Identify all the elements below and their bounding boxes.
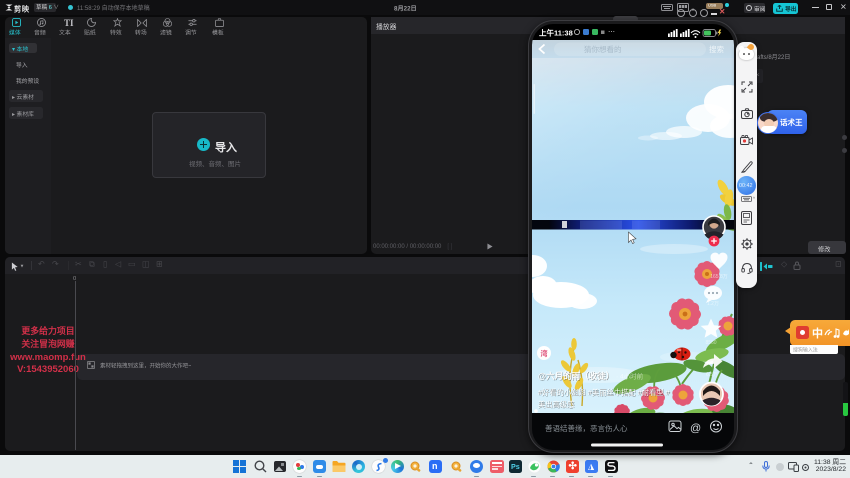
svg-text:@: @ bbox=[690, 423, 701, 435]
svg-text:⋯: ⋯ bbox=[608, 29, 615, 36]
svg-text:@六月的雨（收徒）: @六月的雨（收徒） bbox=[538, 371, 614, 381]
svg-text:8560: 8560 bbox=[705, 340, 716, 346]
svg-text:1.2万: 1.2万 bbox=[707, 301, 719, 307]
svg-text:上午11:38: 上午11:38 bbox=[539, 28, 573, 38]
svg-text:6.5万: 6.5万 bbox=[706, 372, 718, 378]
svg-text:#好看的小姐姐 #美丽丝巾搭配 #耐看型 #: #好看的小姐姐 #美丽丝巾搭配 #耐看型 # bbox=[538, 388, 671, 397]
svg-text:美出高级感: 美出高级感 bbox=[538, 400, 574, 409]
svg-text:165.8万: 165.8万 bbox=[710, 274, 728, 280]
svg-text:猜你想看的: 猜你想看的 bbox=[584, 44, 622, 54]
svg-text:善语结善缘，恶言伤人心: 善语结善缘，恶言伤人心 bbox=[545, 423, 628, 433]
svg-text:· 4小时前: · 4小时前 bbox=[616, 372, 644, 381]
svg-text:湾: 湾 bbox=[541, 349, 548, 358]
svg-text:搜索: 搜索 bbox=[709, 44, 724, 54]
